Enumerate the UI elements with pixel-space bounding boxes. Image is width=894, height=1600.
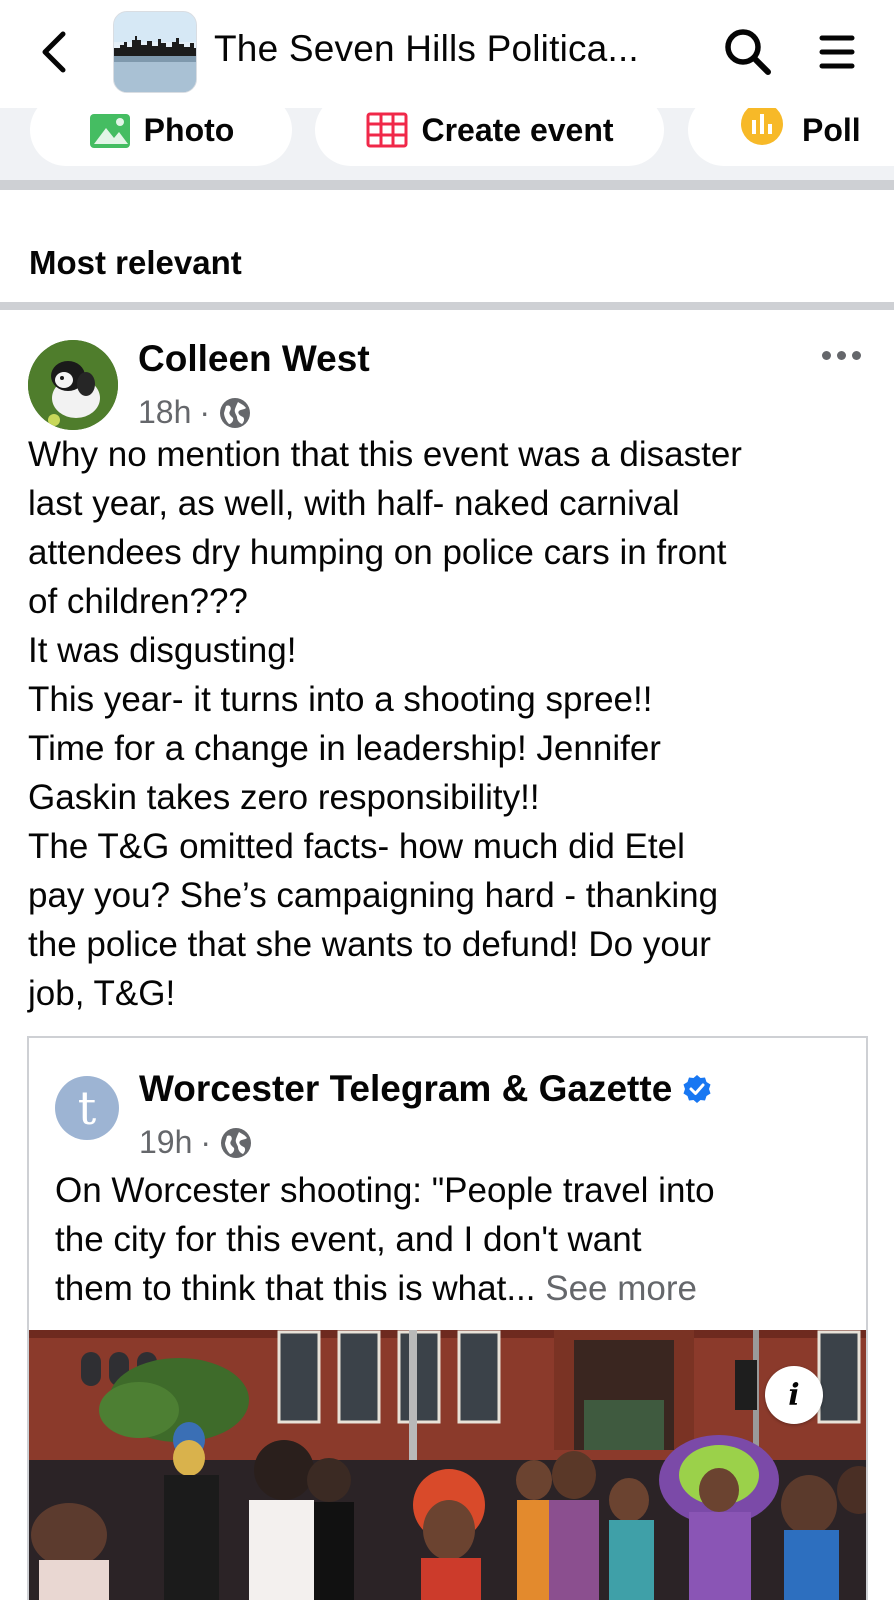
shared-text-line: the city for this event, and I don't wan… (55, 1220, 642, 1259)
poll-label: Poll (802, 111, 861, 148)
photo-label: Photo (143, 111, 235, 148)
dot-icon (822, 350, 831, 360)
shared-post-meta: 19h · (139, 1124, 253, 1161)
shared-page-name[interactable]: Worcester Telegram & Gazette (139, 1068, 672, 1110)
group-title[interactable]: The Seven Hills Politica... (214, 28, 639, 70)
section-divider (0, 302, 894, 310)
shared-post-photo[interactable]: i (29, 1330, 866, 1600)
meta-separator: · (199, 394, 211, 430)
create-event-label: Create event (421, 111, 614, 148)
menu-button[interactable] (816, 30, 858, 74)
post-text-line: It was disgusting! (28, 631, 297, 670)
search-button[interactable] (722, 26, 774, 78)
shared-text-line: On Worcester shooting: "People travel in… (55, 1171, 715, 1210)
photo-button[interactable]: Photo (30, 108, 292, 166)
hamburger-menu-icon (819, 35, 855, 69)
post-meta: 18h · (138, 394, 252, 431)
post-text-line: This year- it turns into a shooting spre… (28, 680, 653, 719)
dog-photo (28, 340, 118, 430)
calendar-icon (366, 112, 408, 148)
verified-badge-icon (683, 1075, 711, 1103)
meta-separator: · (200, 1124, 212, 1160)
feed-post: Colleen West 18h · Why no mention that t… (0, 310, 894, 1600)
see-more-link[interactable]: See more (545, 1269, 697, 1308)
dot-icon (837, 350, 846, 360)
sort-dropdown[interactable]: Most relevant (29, 244, 242, 282)
post-text: Why no mention that this event was a dis… (28, 430, 878, 1018)
post-text-line: Time for a change in leadership! Jennife… (28, 729, 661, 768)
back-button[interactable] (34, 28, 74, 76)
dot-icon (852, 350, 861, 360)
post-text-line: Gaskin takes zero responsibility!! (28, 778, 540, 817)
post-text-line: job, T&G! (28, 974, 176, 1013)
section-divider (0, 180, 894, 190)
chevron-left-icon (42, 31, 66, 73)
post-text-line: The T&G omitted facts- how much did Etel (28, 827, 685, 866)
photo-icon (89, 114, 130, 148)
post-text-line: of children??? (28, 582, 248, 621)
post-text-line: pay you? She’s campaigning hard - thanki… (28, 876, 719, 915)
top-bar: The Seven Hills Politica... (0, 0, 894, 108)
shared-post-timestamp[interactable]: 19h (139, 1124, 192, 1161)
carnival-parade-photo (29, 1330, 866, 1600)
composer-actions: Photo Create event Poll (0, 108, 894, 180)
post-text-line: last year, as well, with half- naked car… (28, 484, 680, 523)
sort-bar: Most relevant (0, 190, 894, 302)
page-avatar[interactable]: t (55, 1076, 119, 1140)
more-options-button[interactable] (822, 348, 866, 362)
post-text-line: attendees dry humping on police cars in … (28, 533, 727, 572)
poll-button[interactable]: Poll (688, 108, 894, 166)
shared-post-card[interactable]: t Worcester Telegram & Gazette 19h · On … (27, 1036, 868, 1600)
shared-text-line: them to think that this is what... See m… (55, 1264, 855, 1313)
post-timestamp[interactable]: 18h (138, 394, 191, 431)
create-event-button[interactable]: Create event (315, 108, 664, 166)
globe-icon (220, 397, 251, 428)
city-skyline-image (114, 12, 196, 92)
info-button[interactable]: i (765, 1366, 823, 1424)
shared-page-name-row: Worcester Telegram & Gazette (139, 1068, 712, 1110)
post-author-name[interactable]: Colleen West (138, 338, 370, 380)
post-text-line: Why no mention that this event was a dis… (28, 435, 742, 474)
search-icon (725, 29, 771, 75)
avatar[interactable] (28, 340, 118, 430)
group-cover-thumbnail[interactable] (113, 11, 197, 93)
poll-icon (741, 108, 783, 145)
shared-text-last: them to think that this is what... (55, 1269, 536, 1308)
shared-post-text: On Worcester shooting: "People travel in… (55, 1166, 855, 1313)
globe-icon (221, 1127, 252, 1158)
post-text-line: the police that she wants to defund! Do … (28, 925, 711, 964)
